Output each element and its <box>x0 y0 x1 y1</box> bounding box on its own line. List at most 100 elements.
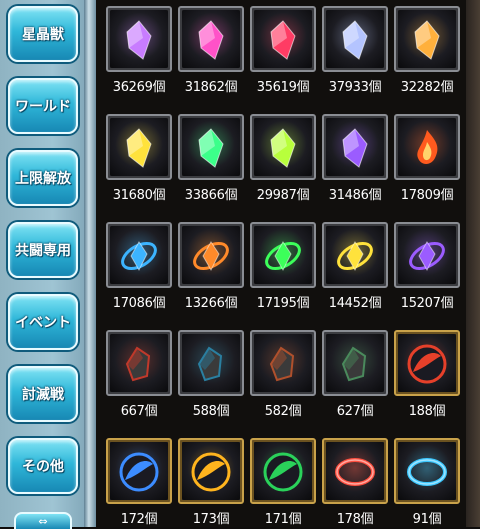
item-count: 91個 <box>412 512 442 527</box>
double-arrow-icon[interactable]: ⇔ <box>14 512 72 529</box>
category-label: 共闘専用 <box>15 243 71 259</box>
item-cell[interactable]: 37933個 <box>322 6 388 95</box>
item-cell[interactable]: 172個 <box>106 438 172 527</box>
item-cell[interactable]: 17086個 <box>106 222 172 311</box>
item-cell[interactable]: 35619個 <box>250 6 316 95</box>
item-cell[interactable]: 13266個 <box>178 222 244 311</box>
item-cell[interactable]: 14452個 <box>322 222 388 311</box>
item-tile[interactable] <box>250 114 316 180</box>
item-cell[interactable]: 36269個 <box>106 6 172 95</box>
crystal-icon <box>342 20 368 61</box>
item-tile[interactable] <box>250 222 316 288</box>
item-count: 173個 <box>192 512 230 527</box>
item-tile[interactable] <box>178 222 244 288</box>
item-cell[interactable]: 188個 <box>394 330 460 419</box>
crystal-icon <box>126 128 152 169</box>
item-tile[interactable] <box>106 222 172 288</box>
item-count: 188個 <box>408 404 446 419</box>
item-cell[interactable]: 588個 <box>178 330 244 419</box>
item-count: 13266個 <box>184 296 238 311</box>
item-cell[interactable]: 31680個 <box>106 114 172 203</box>
category-label: 星晶獣 <box>22 27 64 43</box>
item-tile[interactable] <box>178 330 244 396</box>
item-cell[interactable]: 15207個 <box>394 222 460 311</box>
item-tile[interactable] <box>106 330 172 396</box>
item-cell[interactable]: 627個 <box>322 330 388 419</box>
item-cell[interactable]: 31862個 <box>178 6 244 95</box>
item-count: 33866個 <box>184 188 238 203</box>
item-grid: 36269個 31862個 35619個 37933個 32282個 31680個 3386… <box>96 0 480 527</box>
item-count: 627個 <box>336 404 374 419</box>
category-button-world[interactable]: ワールド <box>8 78 78 134</box>
item-count: 171個 <box>264 512 302 527</box>
item-cell[interactable]: 582個 <box>250 330 316 419</box>
item-tile[interactable] <box>106 6 172 72</box>
vortex-icon <box>265 241 301 272</box>
crystal-icon <box>342 128 368 169</box>
item-count: 31862個 <box>184 80 238 95</box>
shard-icon <box>125 346 151 382</box>
item-tile[interactable] <box>322 114 388 180</box>
item-count: 17809個 <box>400 188 454 203</box>
category-button-event[interactable]: イベント <box>8 294 78 350</box>
item-cell[interactable]: 29987個 <box>250 114 316 203</box>
item-count: 17086個 <box>112 296 166 311</box>
item-tile[interactable] <box>394 6 460 72</box>
category-label: 上限解放 <box>15 171 71 187</box>
item-count: 667個 <box>120 404 158 419</box>
vortex-icon <box>337 241 373 272</box>
category-button-uncap[interactable]: 上限解放 <box>8 150 78 206</box>
grid-frame <box>466 0 480 527</box>
item-tile[interactable] <box>394 222 460 288</box>
item-cell[interactable]: 32282個 <box>394 6 460 95</box>
item-cell[interactable]: 173個 <box>178 438 244 527</box>
crystal-icon <box>270 20 296 61</box>
item-tile[interactable] <box>322 222 388 288</box>
item-tile[interactable] <box>322 6 388 72</box>
item-count: 31486個 <box>328 188 382 203</box>
orb-icon <box>119 452 159 492</box>
item-count: 178個 <box>336 512 374 527</box>
item-count: 29987個 <box>256 188 310 203</box>
item-cell[interactable]: 31486個 <box>322 114 388 203</box>
category-button-other[interactable]: その他 <box>8 438 78 494</box>
item-count: 588個 <box>192 404 230 419</box>
item-tile[interactable] <box>250 330 316 396</box>
item-count: 35619個 <box>256 80 310 95</box>
item-count: 37933個 <box>328 80 382 95</box>
item-cell[interactable]: 171個 <box>250 438 316 527</box>
shard-icon <box>269 346 295 382</box>
category-label: 討滅戦 <box>22 387 64 403</box>
item-tile[interactable] <box>250 6 316 72</box>
item-cell[interactable]: 91個 <box>394 438 460 527</box>
crystal-icon <box>198 20 224 61</box>
crystal-icon <box>126 20 152 61</box>
item-tile[interactable] <box>178 438 244 504</box>
item-tile[interactable] <box>394 114 460 180</box>
item-cell[interactable]: 17195個 <box>250 222 316 311</box>
item-tile[interactable] <box>178 6 244 72</box>
item-count: 17195個 <box>256 296 310 311</box>
category-label: イベント <box>15 315 71 331</box>
item-cell[interactable]: 667個 <box>106 330 172 419</box>
item-tile[interactable] <box>106 114 172 180</box>
item-cell[interactable]: 178個 <box>322 438 388 527</box>
category-button-coop[interactable]: 共闘専用 <box>8 222 78 278</box>
category-button-showdown[interactable]: 討滅戦 <box>8 366 78 422</box>
shard-icon <box>197 346 223 382</box>
item-tile[interactable] <box>178 114 244 180</box>
item-cell[interactable]: 17809個 <box>394 114 460 203</box>
category-button-summon[interactable]: 星晶獣 <box>8 6 78 62</box>
crystal-icon <box>198 128 224 169</box>
item-tile[interactable] <box>394 330 460 396</box>
vortex-icon <box>409 241 445 272</box>
item-count: 36269個 <box>112 80 166 95</box>
item-tile[interactable] <box>106 438 172 504</box>
item-tile[interactable] <box>322 330 388 396</box>
item-cell[interactable]: 33866個 <box>178 114 244 203</box>
item-tile[interactable] <box>394 438 460 504</box>
item-tile[interactable] <box>322 438 388 504</box>
orb-icon <box>407 344 447 384</box>
item-tile[interactable] <box>250 438 316 504</box>
vortex-icon <box>121 241 157 272</box>
